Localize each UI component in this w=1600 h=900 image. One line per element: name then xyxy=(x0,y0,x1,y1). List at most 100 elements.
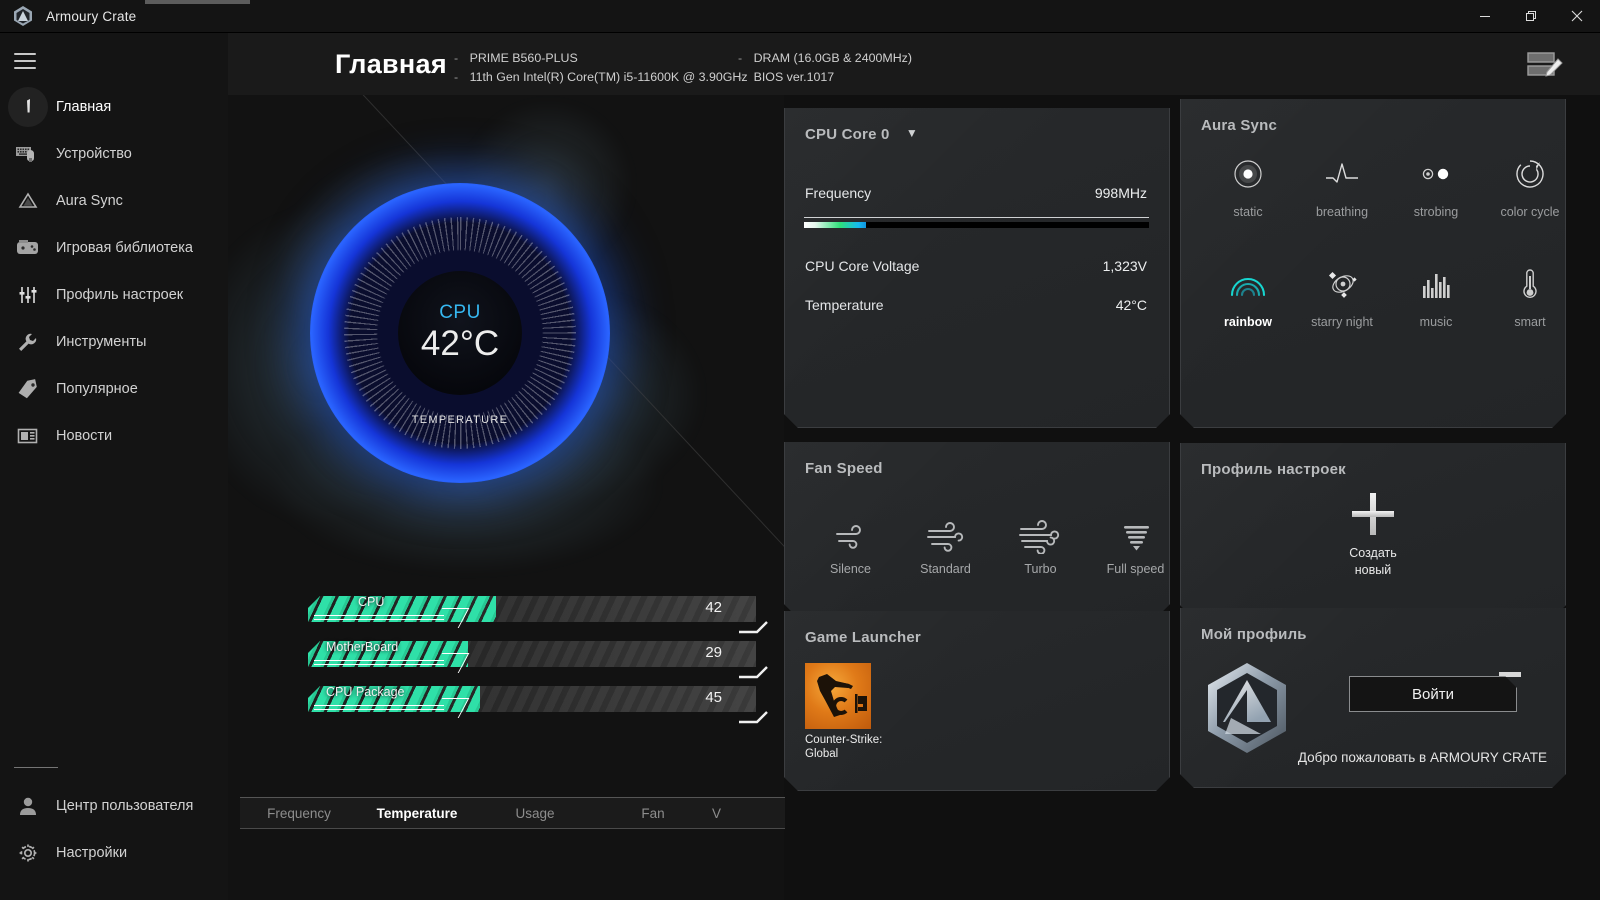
sidebar-item-home[interactable]: Главная xyxy=(0,83,228,130)
hamburger-icon[interactable] xyxy=(14,53,36,69)
progress-top-rule xyxy=(804,217,1149,218)
aura-effects-grid: static breathing strobing color cycle ra… xyxy=(1201,147,1577,329)
create-profile-label-line1: Создать xyxy=(1349,546,1397,560)
temperature-bar-chart: CPU 42 MotherBoard 29 CPU Package 45 xyxy=(308,590,768,725)
aura-effect-starry-night[interactable]: starry night xyxy=(1295,257,1389,329)
spec-motherboard: PRIME B560-PLUS xyxy=(469,51,578,65)
sidebar-item-label: Популярное xyxy=(56,380,138,397)
bar-value: 45 xyxy=(705,689,722,706)
panel-title: Aura Sync xyxy=(1201,117,1277,134)
aura-effect-label: music xyxy=(1419,315,1453,329)
progress-track xyxy=(804,222,1149,228)
gauge-value: 42°C xyxy=(420,324,500,363)
fan-mode-silence[interactable]: Silence xyxy=(803,514,898,576)
minimize-button[interactable] xyxy=(1462,0,1508,33)
metric-value: 42°C xyxy=(1115,297,1147,313)
bar-hook-decor xyxy=(739,710,769,724)
tab-voltage[interactable]: V xyxy=(712,806,742,821)
gauge-center: CPU 42°C xyxy=(398,271,522,395)
fan-mode-full-speed[interactable]: Full speed xyxy=(1088,514,1183,576)
hardware-monitor-area: CPU 42°C TEMPERATURE CPU 42 MotherBoard … xyxy=(228,95,784,900)
chevron-down-icon[interactable]: ▼ xyxy=(906,126,918,140)
fan-mode-label: Turbo xyxy=(1024,562,1057,576)
panel-title: CPU Core 0 ▼ xyxy=(805,126,918,143)
edit-layout-icon[interactable] xyxy=(1522,45,1564,85)
sidebar-item-news[interactable]: Новости xyxy=(0,412,228,459)
window-title: Armoury Crate xyxy=(46,8,137,24)
armoury-crate-logo xyxy=(12,5,34,27)
spec-row: - 11th Gen Intel(R) Core(TM) i5-11600K @… xyxy=(454,68,748,87)
panel-header-dash xyxy=(1127,102,1153,106)
sidebar-item-game-library[interactable]: Игровая библиотека xyxy=(0,224,228,271)
sidebar-item-featured[interactable]: Популярное xyxy=(0,365,228,412)
login-button[interactable]: Войти xyxy=(1349,676,1517,712)
spec-dash: - xyxy=(454,51,459,65)
user-icon xyxy=(8,786,48,826)
aura-effect-music[interactable]: music xyxy=(1389,257,1483,329)
tab-frequency[interactable]: Frequency xyxy=(240,806,358,821)
gear-icon xyxy=(8,833,48,873)
bar-hook-decor xyxy=(739,620,769,634)
sidebar-divider xyxy=(14,767,58,768)
bar-label-underline xyxy=(314,615,444,620)
aura-effect-strobing[interactable]: strobing xyxy=(1389,147,1483,219)
panel-title: Мой профиль xyxy=(1201,626,1307,643)
sidebar-item-tools[interactable]: Инструменты xyxy=(0,318,228,365)
close-button[interactable] xyxy=(1554,0,1600,33)
settings-profile-panel: Профиль настроек Создать новый xyxy=(1180,443,1566,619)
sidebar-item-device[interactable]: Устройство xyxy=(0,130,228,177)
metric-label: Temperature xyxy=(805,297,884,313)
equalizer-icon xyxy=(1389,257,1483,311)
aura-effect-color-cycle[interactable]: color cycle xyxy=(1483,147,1577,219)
maximize-button[interactable] xyxy=(1508,0,1554,33)
wrench-icon xyxy=(8,322,48,362)
window-controls xyxy=(1462,0,1600,33)
wind-full-icon xyxy=(1088,514,1183,560)
thermometer-icon xyxy=(1483,257,1577,311)
bar-hook-decor xyxy=(739,665,769,679)
game-tile-csgo[interactable]: Counter-Strike: Global xyxy=(805,663,875,761)
sidebar-item-user-center[interactable]: Центр пользователя xyxy=(0,782,228,829)
bar-value: 42 xyxy=(705,599,722,616)
fan-mode-turbo[interactable]: Turbo xyxy=(993,514,1088,576)
aura-effect-rainbow[interactable]: rainbow xyxy=(1201,257,1295,329)
aura-effect-label: static xyxy=(1233,205,1263,219)
sidebar-item-settings-profile[interactable]: Профиль настроек xyxy=(0,271,228,318)
aura-effect-smart[interactable]: smart xyxy=(1483,257,1577,329)
page-title: Главная xyxy=(335,49,447,79)
sidebar-item-label: Инструменты xyxy=(56,333,147,350)
tab-fan[interactable]: Fan xyxy=(594,806,712,821)
rog-hex-logo xyxy=(1201,660,1293,756)
metric-temperature: Temperature 42°C xyxy=(805,297,1147,313)
panel-header-dash xyxy=(1127,436,1153,440)
aura-effects-row: static breathing strobing color cycle xyxy=(1201,147,1577,219)
create-profile-button[interactable]: Создать новый xyxy=(1181,493,1565,579)
spec-dash: - xyxy=(454,70,459,84)
my-profile-panel: Мой профиль Войти Добро пожаловать в ARM… xyxy=(1180,608,1566,788)
chart-bar-row: MotherBoard 29 xyxy=(308,635,768,680)
aura-effects-row: rainbow starry night music smart xyxy=(1201,257,1577,329)
sidebar-item-aura-sync[interactable]: Aura Sync xyxy=(0,177,228,224)
aura-effect-label: color cycle xyxy=(1500,205,1560,219)
fan-mode-standard[interactable]: Standard xyxy=(898,514,993,576)
panel-title: Game Launcher xyxy=(805,629,921,646)
bar-value: 29 xyxy=(705,644,722,661)
metric-frequency: Frequency 998MHz xyxy=(805,185,1147,201)
aura-sync-icon xyxy=(8,181,48,221)
game-title: Counter-Strike: Global xyxy=(805,734,883,760)
tab-usage[interactable]: Usage xyxy=(476,806,594,821)
sidebar-bottom-nav: Центр пользователя Настройки xyxy=(0,767,228,876)
aura-effect-breathing[interactable]: breathing xyxy=(1295,147,1389,219)
sidebar-item-settings[interactable]: Настройки xyxy=(0,829,228,876)
page-header: Главная - PRIME B560-PLUS - 11th Gen Int… xyxy=(228,33,1600,95)
aura-effect-static[interactable]: static xyxy=(1201,147,1295,219)
metric-value: 998MHz xyxy=(1094,185,1147,201)
fan-speed-panel: Fan Speed Silence Standard Turbo Full sp… xyxy=(784,442,1170,618)
panel-title: Fan Speed xyxy=(805,460,883,477)
spec-row: - BIOS ver.1017 xyxy=(738,68,912,87)
device-icon xyxy=(8,134,48,174)
sidebar-item-label: Игровая библиотека xyxy=(56,239,193,256)
tab-temperature[interactable]: Temperature xyxy=(358,806,476,821)
chart-bar-row: CPU Package 45 xyxy=(308,680,768,725)
sidebar: Главная Устройство Aura Sync Игровая биб… xyxy=(0,33,228,900)
